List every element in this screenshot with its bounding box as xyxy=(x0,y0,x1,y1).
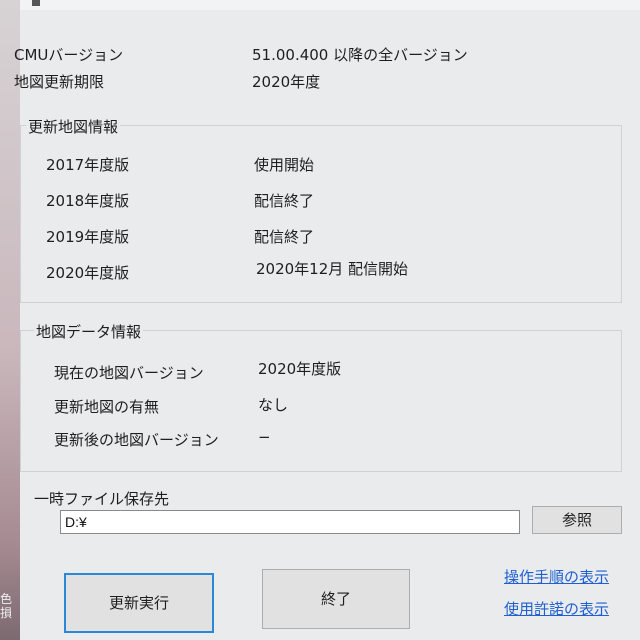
post-update-version-value: − xyxy=(258,428,271,446)
update-available-value: なし xyxy=(258,396,289,414)
current-map-version-value: 2020年度版 xyxy=(258,360,342,378)
background-window-edge: 色 損 xyxy=(0,0,20,640)
temp-folder-path-input[interactable]: D:¥ xyxy=(60,510,520,534)
map-data-info-title: 地図データ情報 xyxy=(34,321,144,342)
exit-button[interactable]: 終了 xyxy=(262,569,410,629)
app-icon xyxy=(32,0,40,6)
cmu-version-value: 51.00.400 以降の全バージョン xyxy=(252,46,468,64)
temp-folder-label: 一時ファイル保存先 xyxy=(34,490,170,508)
update-row-2019-label: 2019年度版 xyxy=(46,228,130,246)
update-available-label: 更新地図の有無 xyxy=(54,398,160,416)
cmu-version-label: CMUバージョン xyxy=(14,46,124,64)
background-text-fragment: 色 損 xyxy=(0,592,13,620)
license-agreement-link[interactable]: 使用許諾の表示 xyxy=(504,598,609,619)
update-row-2018-value: 配信終了 xyxy=(254,192,315,210)
update-row-2020-value: 2020年12月 配信開始 xyxy=(256,260,409,278)
current-map-version-label: 現在の地図バージョン xyxy=(54,364,204,382)
update-row-2017-label: 2017年度版 xyxy=(46,156,130,174)
update-row-2019-value: 配信終了 xyxy=(254,228,315,246)
map-update-dialog: CMUバージョン 51.00.400 以降の全バージョン 地図更新期限 2020… xyxy=(14,10,640,640)
post-update-version-label: 更新後の地図バージョン xyxy=(54,431,219,449)
update-deadline-value: 2020年度 xyxy=(252,73,321,91)
update-row-2018-label: 2018年度版 xyxy=(46,192,130,210)
update-row-2020-label: 2020年度版 xyxy=(46,264,130,282)
browse-button[interactable]: 参照 xyxy=(532,506,622,534)
update-row-2017-value: 使用開始 xyxy=(254,156,315,174)
operation-procedure-link[interactable]: 操作手順の表示 xyxy=(504,566,609,587)
update-deadline-label: 地図更新期限 xyxy=(14,73,105,91)
update-map-info-title: 更新地図情報 xyxy=(26,116,121,137)
execute-update-button[interactable]: 更新実行 xyxy=(64,573,214,633)
